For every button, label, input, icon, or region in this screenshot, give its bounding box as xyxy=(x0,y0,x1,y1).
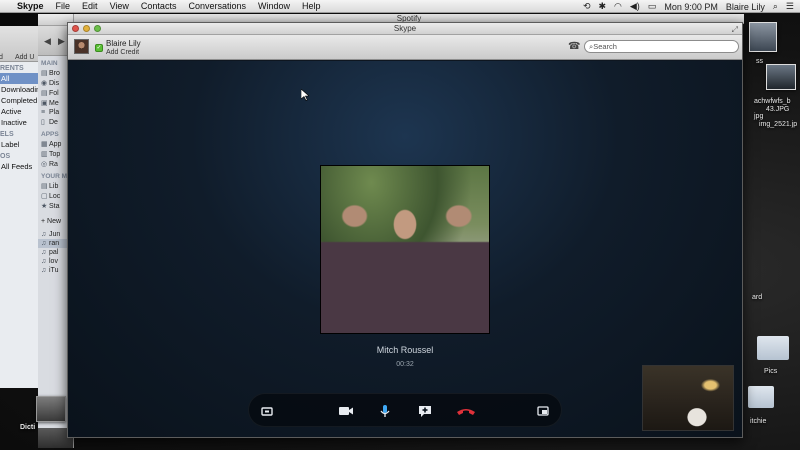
phone-dialpad-icon[interactable]: ☎ xyxy=(568,41,580,52)
desktop-image-thumbnail[interactable] xyxy=(766,64,796,90)
sidebar-item-all-feeds[interactable]: All Feeds xyxy=(0,161,39,172)
add-participant-icon[interactable] xyxy=(417,403,433,419)
folder-icon: ▤ xyxy=(41,70,48,77)
spotlight-search-icon[interactable]: ⌕ xyxy=(773,1,778,12)
sidebar-item-completed[interactable]: Completed xyxy=(0,95,39,106)
torrent-toolbar: d Add U xyxy=(0,26,39,62)
desktop-file-label[interactable]: itchie xyxy=(750,418,766,425)
desktop-file-label[interactable]: ard xyxy=(752,294,762,301)
sidebar-item-inactive[interactable]: Inactive xyxy=(0,117,39,128)
hang-up-button[interactable] xyxy=(455,403,477,419)
toolbar-label[interactable]: d xyxy=(0,54,3,61)
sidebar-item-downloading[interactable]: Downloading xyxy=(0,84,44,95)
bluetooth-icon[interactable]: ✱ xyxy=(598,1,606,12)
local-icon: ▢ xyxy=(41,193,48,200)
menu-file[interactable]: File xyxy=(56,1,71,11)
music-note-icon: ♫ xyxy=(41,267,47,274)
sidebar-item-label[interactable]: Label xyxy=(0,139,39,150)
window-controls xyxy=(72,25,101,32)
folder-icon[interactable] xyxy=(757,336,789,360)
desktop-file-label[interactable]: achwfwfs_b xyxy=(754,98,791,105)
microphone-icon[interactable] xyxy=(377,403,393,419)
sidebar-item-all[interactable]: All xyxy=(0,73,39,84)
music-note-icon: ♫ xyxy=(41,258,47,265)
sidebar-section-title: RENTS xyxy=(0,65,24,72)
mouse-pointer-icon xyxy=(300,88,310,104)
desktop-image-thumbnail[interactable] xyxy=(36,396,66,422)
media-icon: ▣ xyxy=(41,100,48,107)
app-icon: ▦ xyxy=(41,141,48,148)
chart-icon: ▥ xyxy=(41,151,48,158)
skype-header: ✓ Blaire Lily Add Credit ☎ ⌕Search xyxy=(68,35,742,60)
fullscreen-video-icon[interactable] xyxy=(535,403,551,419)
menu-conversations[interactable]: Conversations xyxy=(188,1,246,11)
device-icon: ▯ xyxy=(41,119,45,126)
menu-app-name[interactable]: Skype xyxy=(17,1,44,11)
menu-window[interactable]: Window xyxy=(258,1,290,11)
menu-help[interactable]: Help xyxy=(302,1,321,11)
music-note-icon: ♫ xyxy=(41,231,47,238)
user-name[interactable]: Blaire Lily xyxy=(106,39,141,48)
folder-icon[interactable] xyxy=(748,386,774,408)
video-camera-icon[interactable] xyxy=(337,403,353,419)
volume-icon[interactable]: ◀) xyxy=(630,1,640,12)
show-sidebar-icon[interactable] xyxy=(259,403,275,419)
toolbar-label[interactable]: Add U xyxy=(15,54,34,61)
sidebar-section-title: OS xyxy=(0,153,11,160)
avatar[interactable] xyxy=(74,39,89,54)
menu-user[interactable]: Blaire Lily xyxy=(726,2,765,12)
time-machine-icon[interactable]: ⟲ xyxy=(583,1,591,12)
call-area: Mitch Roussel 00:32 xyxy=(68,61,742,437)
desktop-file-label[interactable]: img_2521.jp xyxy=(759,121,797,128)
desktop-file-label[interactable]: ss xyxy=(756,58,763,65)
menu-clock[interactable]: Mon 9:00 PM xyxy=(664,2,718,12)
caller-name: Mitch Roussel xyxy=(376,345,434,355)
music-note-icon: ♫ xyxy=(41,249,47,256)
star-icon: ★ xyxy=(41,203,48,210)
close-button[interactable] xyxy=(72,25,79,32)
menu-edit[interactable]: Edit xyxy=(82,1,98,11)
radio-icon: ◎ xyxy=(41,161,48,168)
window-title: Skype xyxy=(393,24,417,33)
remote-video xyxy=(320,165,490,334)
battery-icon[interactable]: ▭ xyxy=(648,1,657,12)
forward-arrow-icon[interactable]: ▶ xyxy=(58,36,65,47)
sidebar-section-title: ELS xyxy=(0,131,14,138)
sidebar-item-active[interactable]: Active xyxy=(0,106,39,117)
menu-contacts[interactable]: Contacts xyxy=(141,1,177,11)
desktop-file-label[interactable]: Dicti xyxy=(20,424,35,431)
disc-icon: ◉ xyxy=(41,80,48,87)
zoom-button[interactable] xyxy=(94,25,101,32)
search-placeholder: Search xyxy=(593,42,617,51)
desktop-file-label[interactable]: jpg xyxy=(754,113,763,120)
skype-window: Skype ⤢ ✓ Blaire Lily Add Credit ☎ ⌕Sear… xyxy=(67,22,743,438)
presence-check-icon[interactable]: ✓ xyxy=(95,44,103,52)
background-torrent-window: d Add U RENTS All Downloading Completed … xyxy=(0,26,44,388)
folder-icon: ▤ xyxy=(41,90,48,97)
minimize-button[interactable] xyxy=(83,25,90,32)
library-icon: ▤ xyxy=(41,183,48,190)
desktop-image-thumbnail[interactable] xyxy=(749,22,777,52)
self-video-preview[interactable] xyxy=(642,365,734,431)
skype-titlebar: Skype ⤢ xyxy=(68,23,742,35)
wifi-icon[interactable]: ◠ xyxy=(614,1,622,12)
call-duration: 00:32 xyxy=(396,361,414,368)
add-credit-link[interactable]: Add Credit xyxy=(106,49,139,56)
menu-view[interactable]: View xyxy=(110,1,129,11)
desktop-folder-label[interactable]: Pics xyxy=(764,368,777,375)
notification-list-icon[interactable]: ☰ xyxy=(786,1,794,12)
desktop-file-label[interactable]: 43.JPG xyxy=(766,106,789,113)
music-note-icon: ♫ xyxy=(41,240,47,247)
menu-bar: Skype File Edit View Contacts Conversati… xyxy=(0,0,800,13)
playlist-icon: ≡ xyxy=(41,109,46,116)
back-arrow-icon[interactable]: ◀ xyxy=(44,36,51,47)
search-input[interactable]: ⌕Search xyxy=(584,40,739,53)
call-controls-bar xyxy=(248,393,562,427)
